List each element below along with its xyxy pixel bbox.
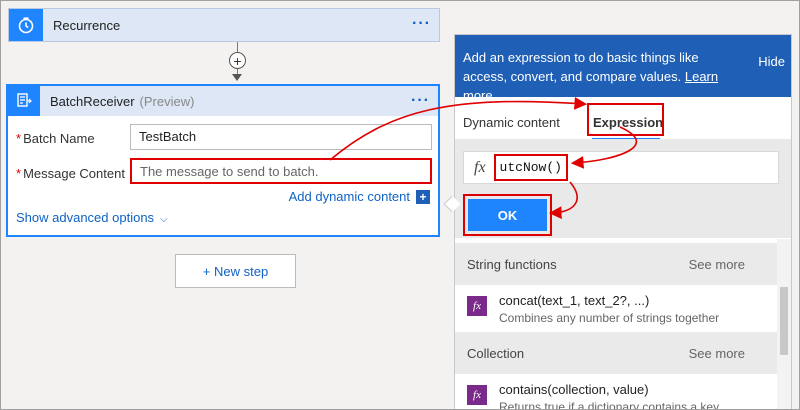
expression-editor-area: fx utcNow() OK [455,139,791,238]
required-mark: * [16,166,22,181]
expression-input-row: fx utcNow() [463,151,779,184]
ok-button-highlight: OK [463,194,552,236]
batch-name-label: Batch Name [23,131,95,146]
recurrence-menu-icon[interactable]: ··· [412,15,431,33]
required-mark: * [16,131,22,146]
see-more-link[interactable]: See more [689,257,745,272]
scrollbar-thumb[interactable] [780,287,788,355]
add-dynamic-icon[interactable]: + [416,190,430,204]
dynamic-content-panel: Add an expression to do basic things lik… [454,34,792,410]
add-dynamic-content-link[interactable]: Add dynamic content [289,189,410,204]
fx-icon: fx [474,158,486,176]
ok-button[interactable]: OK [468,199,547,231]
expression-tab-highlight [587,103,664,136]
section-title: Collection [467,345,525,361]
tab-dynamic-content[interactable]: Dynamic content [463,115,560,130]
see-more-link[interactable]: See more [689,346,745,361]
batch-icon [8,86,40,116]
message-content-label: Message Content [23,166,125,181]
panel-header: Add an expression to do basic things lik… [455,35,791,103]
hide-button[interactable]: Hide [758,52,785,71]
section-string-functions: String functions See more [455,243,777,285]
function-item-contains[interactable]: fx contains(collection, value) Returns t… [455,374,777,410]
clock-icon [9,9,43,41]
batch-receiver-card: BatchReceiver (Preview) ··· * Batch Name… [6,84,440,237]
recurrence-card[interactable]: Recurrence ··· [8,8,440,42]
message-content-row: * Message Content [16,166,125,181]
function-description: Combines any number of strings together [499,311,720,325]
function-icon: fx [467,385,487,405]
batch-menu-icon[interactable]: ··· [411,92,430,110]
section-title: String functions [467,256,557,272]
batch-receiver-header[interactable]: BatchReceiver (Preview) ··· [8,86,438,116]
function-name: concat(text_1, text_2?, ...) [499,293,650,308]
new-step-button[interactable]: + New step [175,254,296,288]
batch-receiver-title: BatchReceiver [50,93,135,109]
function-item-concat[interactable]: fx concat(text_1, text_2?, ...) Combines… [455,285,777,332]
insert-step-icon[interactable]: + [229,52,246,69]
function-name: contains(collection, value) [499,382,649,397]
batch-name-row: * Batch Name [16,131,95,146]
expression-input[interactable]: utcNow() [493,154,568,181]
show-advanced-options-link[interactable]: Show advanced options ⌵ [16,210,168,225]
message-content-input[interactable]: The message to send to batch. [130,158,432,184]
preview-label: (Preview) [139,93,195,109]
chevron-down-icon: ⌵ [160,214,168,225]
connector-line-top [237,42,238,52]
function-icon: fx [467,296,487,316]
batch-name-input[interactable]: TestBatch [130,124,432,150]
section-collection: Collection See more [455,332,777,374]
show-advanced-label: Show advanced options [16,210,155,225]
function-description: Returns true if a dictionary contains a … [499,400,732,410]
panel-scrollbar[interactable] [777,239,791,409]
recurrence-title: Recurrence [53,17,121,33]
panel-header-text: Add an expression to do basic things lik… [463,50,699,84]
connector-arrow-icon [232,74,242,81]
